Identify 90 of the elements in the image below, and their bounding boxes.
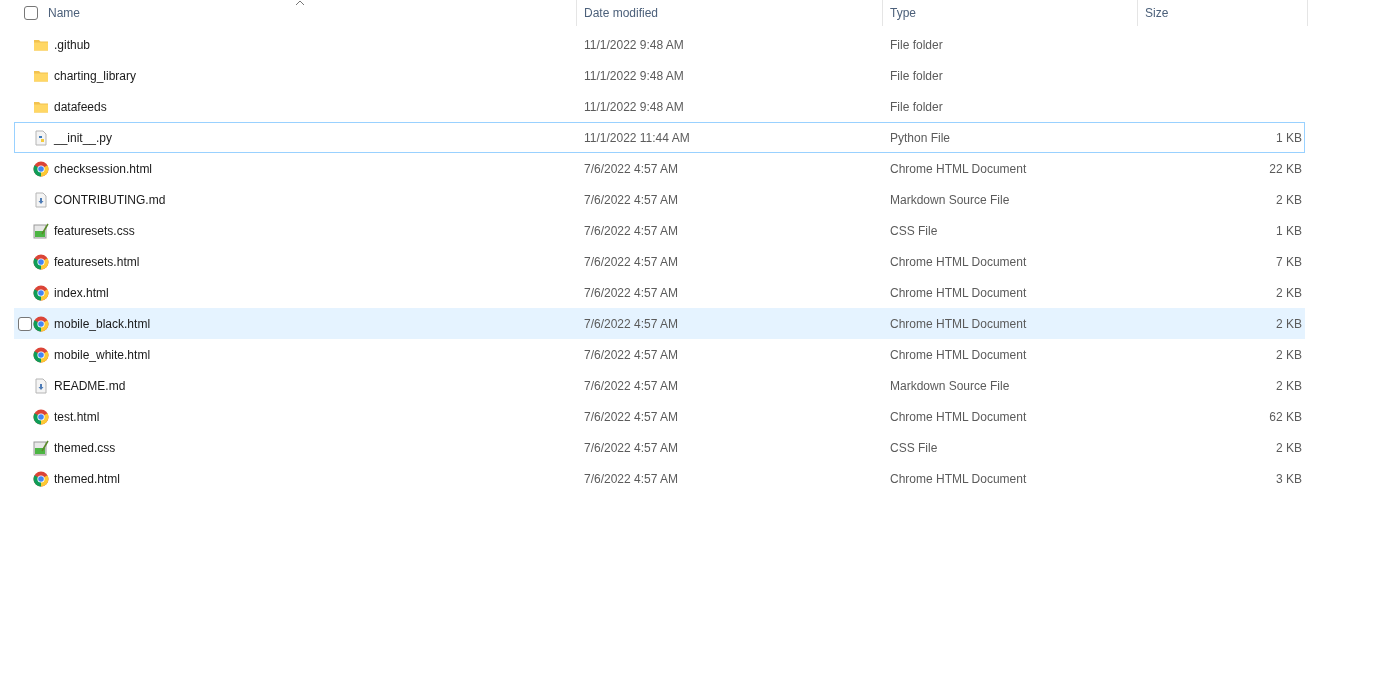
date-modified: 11/1/2022 9:48 AM	[584, 99, 684, 114]
document-icon	[33, 377, 49, 394]
file-size: 7 KB	[1276, 254, 1302, 269]
file-type: Markdown Source File	[890, 192, 1010, 207]
date-modified: 7/6/2022 4:57 AM	[584, 440, 679, 455]
date-modified: 7/6/2022 4:57 AM	[584, 192, 679, 207]
date-modified: 7/6/2022 4:57 AM	[584, 285, 679, 300]
file-size: 1 KB	[1276, 130, 1302, 145]
column-header[interactable]: Date modified	[584, 6, 659, 20]
file-name: test.html	[54, 409, 100, 424]
date-modified: 7/6/2022 4:57 AM	[584, 347, 679, 362]
file-size: 1 KB	[1276, 223, 1302, 238]
file-row[interactable]: .github 11/1/2022 9:48 AM File folder	[14, 29, 1305, 60]
file-type: Chrome HTML Document	[890, 347, 1027, 362]
file-row[interactable]: mobile_white.html 7/6/2022 4:57 AM Chrome HTML Document 2 KB	[14, 339, 1305, 370]
file-size: 2 KB	[1276, 285, 1302, 300]
column-header[interactable]: Size	[1145, 6, 1169, 20]
file-size: 2 KB	[1276, 316, 1302, 331]
file-size: 2 KB	[1276, 192, 1302, 207]
column-header[interactable]: Name	[48, 6, 80, 20]
file-row[interactable]: featuresets.css 7/6/2022 4:57 AM CSS File 1 KB	[14, 215, 1305, 246]
file-row[interactable]: themed.html 7/6/2022 4:57 AM Chrome HTML Document 3 KB	[14, 463, 1305, 494]
file-name: featuresets.html	[54, 254, 140, 269]
file-type: CSS File	[890, 223, 938, 238]
file-size: 2 KB	[1276, 378, 1302, 393]
globe-icon	[33, 408, 49, 425]
file-row[interactable]: datafeeds 11/1/2022 9:48 AM File folder	[14, 91, 1305, 122]
file-name: checksession.html	[54, 161, 153, 176]
globe-icon	[33, 160, 49, 177]
notepad-icon	[33, 222, 49, 239]
file-name: themed.css	[54, 440, 116, 455]
date-modified: 11/1/2022 9:48 AM	[584, 37, 684, 52]
globe-icon	[33, 253, 49, 270]
python-file-icon	[33, 129, 49, 146]
file-name: mobile_white.html	[54, 347, 151, 362]
column-header[interactable]: Type	[890, 6, 916, 20]
date-modified: 7/6/2022 4:57 AM	[584, 471, 679, 486]
file-type: File folder	[890, 99, 943, 114]
file-type: Chrome HTML Document	[890, 285, 1027, 300]
file-row[interactable]: test.html 7/6/2022 4:57 AM Chrome HTML Document 62 KB	[14, 401, 1305, 432]
file-row[interactable]: CONTRIBUTING.md 7/6/2022 4:57 AM Markdown Source File 2 KB	[14, 184, 1305, 215]
file-name: mobile_black.html	[54, 316, 151, 331]
file-type: Chrome HTML Document	[890, 316, 1027, 331]
file-row[interactable]: featuresets.html 7/6/2022 4:57 AM Chrome HTML Document 7 KB	[14, 246, 1305, 277]
file-size: 3 KB	[1276, 471, 1302, 486]
file-type: CSS File	[890, 440, 938, 455]
file-name: README.md	[54, 378, 126, 393]
file-name: charting_library	[54, 68, 137, 83]
file-row[interactable]: __init__.py 11/1/2022 11:44 AM Python File 1 KB	[14, 122, 1305, 153]
row-checkbox[interactable]	[18, 316, 32, 331]
file-type: File folder	[890, 37, 943, 52]
file-name: .github	[54, 37, 91, 52]
file-type: Chrome HTML Document	[890, 161, 1027, 176]
file-name: index.html	[54, 285, 109, 300]
notepad-icon	[33, 439, 49, 456]
file-type: Chrome HTML Document	[890, 254, 1027, 269]
date-modified: 11/1/2022 9:48 AM	[584, 68, 684, 83]
document-icon	[33, 191, 49, 208]
globe-icon	[33, 470, 49, 487]
file-row[interactable]: mobile_black.html 7/6/2022 4:57 AM Chrome HTML Document 2 KB	[14, 308, 1305, 339]
date-modified: 7/6/2022 4:57 AM	[584, 409, 679, 424]
file-name: featuresets.css	[54, 223, 135, 238]
file-type: Chrome HTML Document	[890, 409, 1027, 424]
file-type: Chrome HTML Document	[890, 471, 1027, 486]
globe-icon	[33, 346, 49, 363]
file-size: 62 KB	[1269, 409, 1302, 424]
file-row[interactable]: README.md 7/6/2022 4:57 AM Markdown Source File 2 KB	[14, 370, 1305, 401]
file-type: File folder	[890, 68, 943, 83]
file-type: Python File	[890, 130, 951, 145]
file-size: 2 KB	[1276, 440, 1302, 455]
select-all-checkbox[interactable]	[24, 6, 38, 20]
date-modified: 7/6/2022 4:57 AM	[584, 223, 679, 238]
file-name: themed.html	[54, 471, 121, 486]
file-row[interactable]: index.html 7/6/2022 4:57 AM Chrome HTML Document 2 KB	[14, 277, 1305, 308]
file-row[interactable]: charting_library 11/1/2022 9:48 AM File folder	[14, 60, 1305, 91]
file-row[interactable]: themed.css 7/6/2022 4:57 AM CSS File 2 KB	[14, 432, 1305, 463]
globe-icon	[33, 315, 49, 332]
file-name: CONTRIBUTING.md	[54, 192, 166, 207]
file-type: Markdown Source File	[890, 378, 1010, 393]
date-modified: 7/6/2022 4:57 AM	[584, 378, 679, 393]
file-name: __init__.py	[54, 130, 113, 145]
file-row[interactable]: checksession.html 7/6/2022 4:57 AM Chrome HTML Document 22 KB	[14, 153, 1305, 184]
globe-icon	[33, 284, 49, 301]
date-modified: 11/1/2022 11:44 AM	[584, 130, 690, 145]
file-size: 22 KB	[1269, 161, 1302, 176]
date-modified: 7/6/2022 4:57 AM	[584, 316, 679, 331]
date-modified: 7/6/2022 4:57 AM	[584, 254, 679, 269]
date-modified: 7/6/2022 4:57 AM	[584, 161, 679, 176]
file-name: datafeeds	[54, 99, 107, 114]
file-size: 2 KB	[1276, 347, 1302, 362]
